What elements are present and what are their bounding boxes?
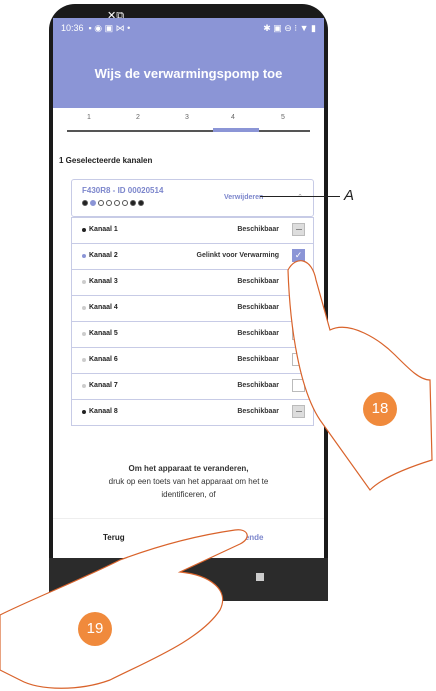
callout-label: A [344,187,355,204]
step-badge: 19 [78,612,112,646]
callout-line [260,196,340,197]
hand-upper [287,260,433,491]
hand-lower [0,529,248,689]
hand-illustrations [0,260,433,689]
step-badge: 18 [363,392,397,426]
